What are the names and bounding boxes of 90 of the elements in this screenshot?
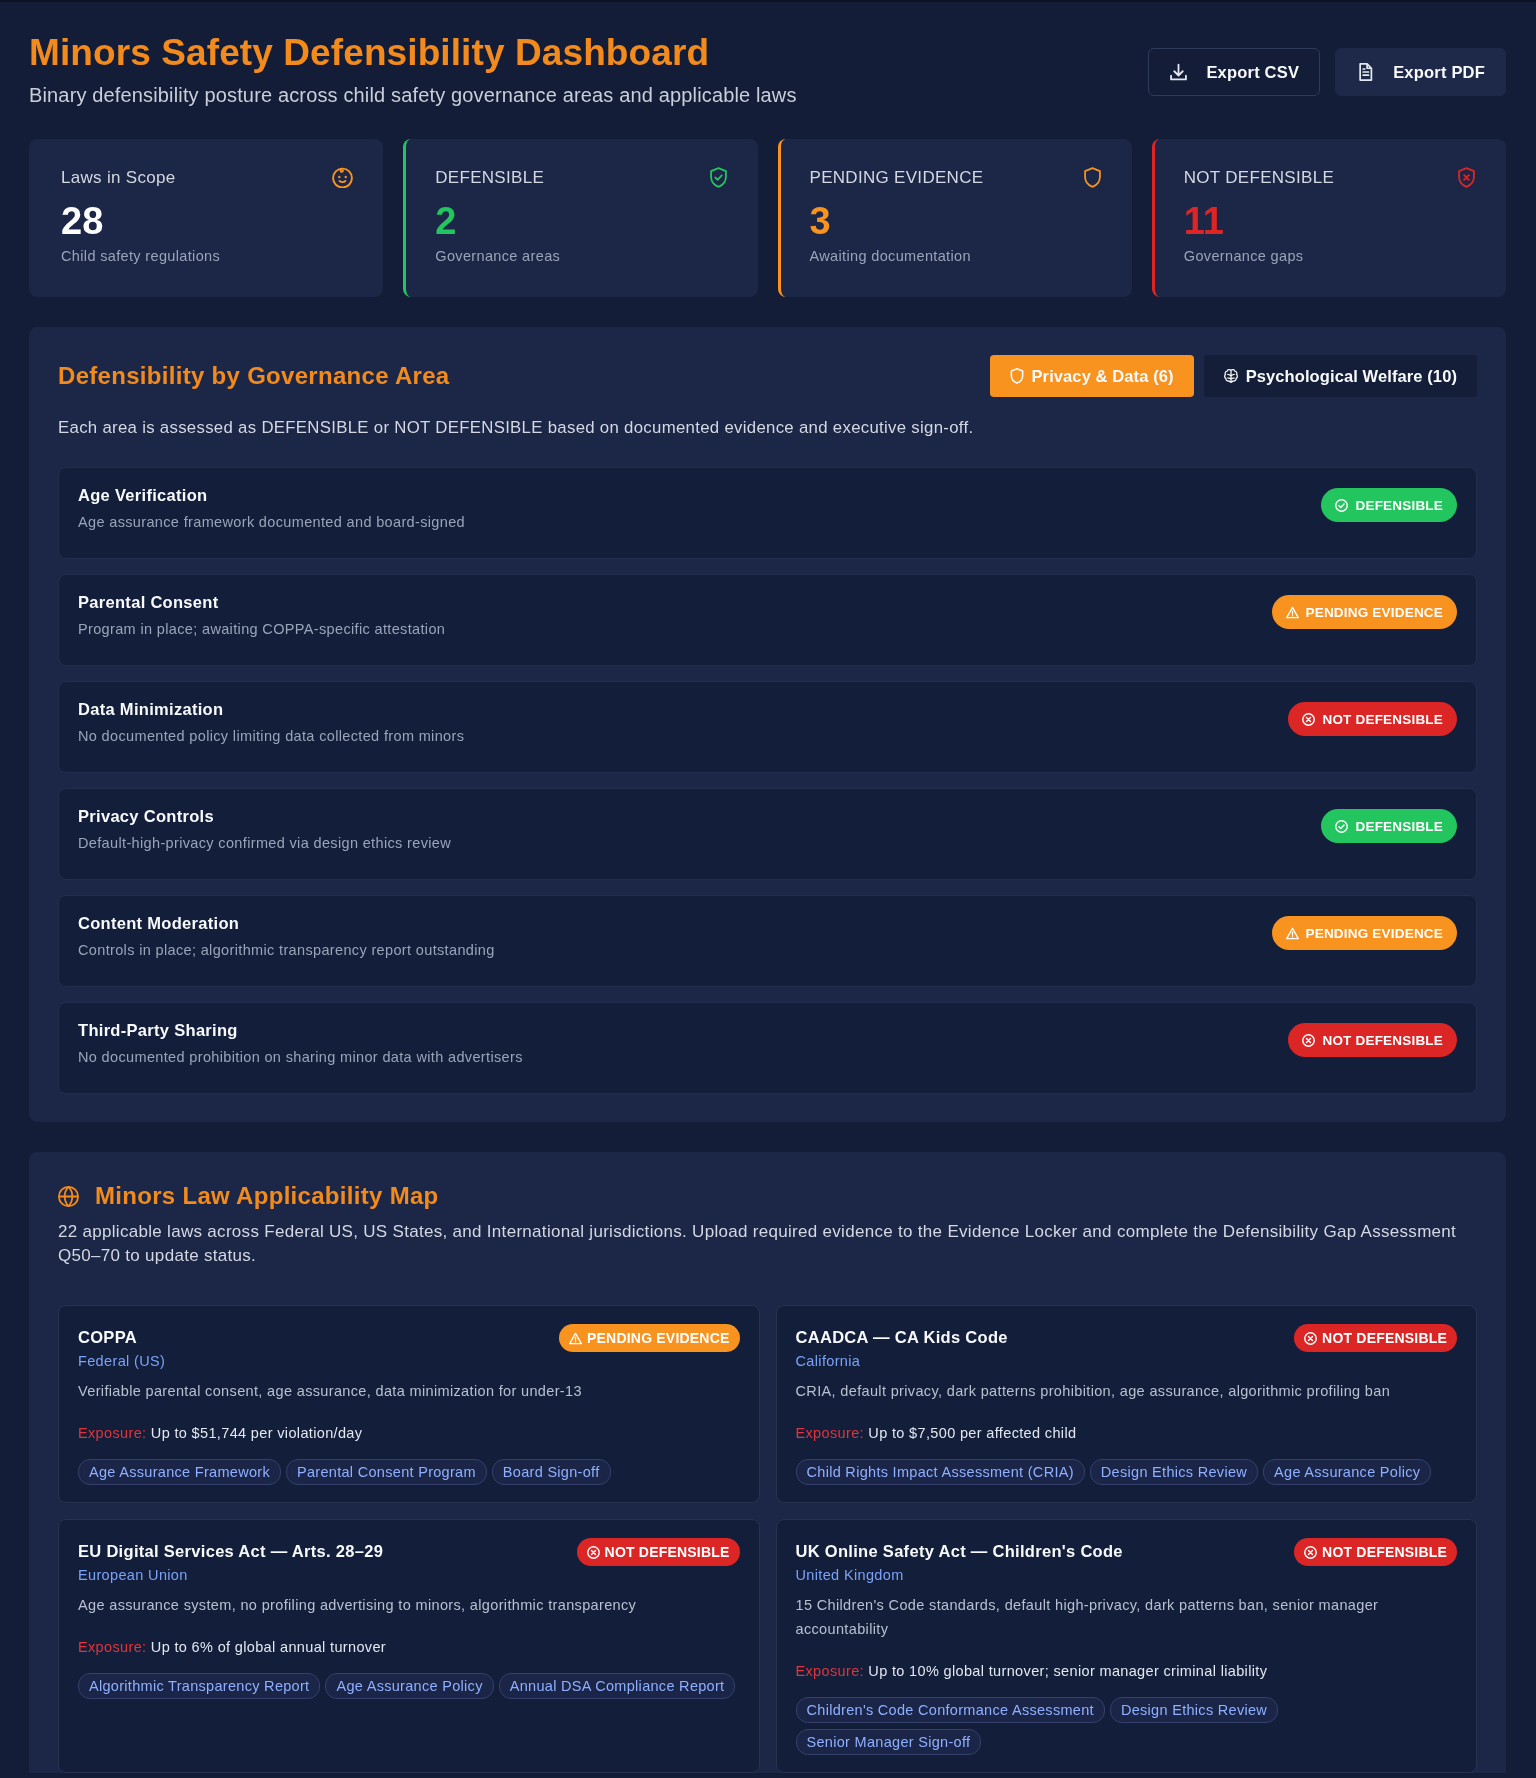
warning-triangle-icon	[1285, 926, 1299, 940]
jurisdiction-label: United Kingdom	[795, 1567, 905, 1583]
baby-face-icon	[332, 167, 354, 188]
warning-triangle-icon	[1285, 605, 1299, 619]
brain-icon	[1223, 368, 1238, 384]
jurisdiction-label: California	[795, 1353, 862, 1369]
evidence-tag: Annual DSA Compliance Report	[498, 1673, 736, 1699]
shield-icon	[1082, 167, 1102, 188]
evidence-tag: Design Ethics Review	[1089, 1459, 1259, 1485]
area-detail: Default-high-privacy confirmed via design ethics review	[78, 835, 452, 851]
jurisdiction-label: European Union	[78, 1567, 189, 1583]
document-icon	[1357, 63, 1375, 81]
stat-caption: Governance areas	[435, 248, 562, 264]
check-circle-icon	[1335, 819, 1349, 833]
evidence-tag: Age Assurance Policy	[1263, 1459, 1432, 1485]
stat-caption: Child safety regulations	[61, 248, 222, 264]
status-label: PENDING EVIDENCE	[587, 1330, 730, 1346]
area-title: Privacy Controls	[78, 807, 215, 826]
evidence-tag: Children's Code Conformance Assessment	[795, 1697, 1105, 1723]
section-title: Minors Law Applicability Map	[95, 1182, 439, 1210]
stat-label: Laws in Scope	[61, 167, 176, 188]
evidence-tag: Parental Consent Program	[286, 1459, 487, 1485]
status-label: NOT DEFENSIBLE	[604, 1544, 730, 1560]
status-label: NOT DEFENSIBLE	[1322, 711, 1443, 727]
section-description: 22 applicable laws across Federal US, US States, and International jurisdictions. Upload required evidence to the Evidence Locker and complete the Defensibility Gap Assessment Q50–70 to update status.	[58, 1221, 1458, 1267]
law-title: COPPA	[78, 1328, 138, 1347]
evidence-tag: Algorithmic Transparency Report	[78, 1673, 321, 1699]
export-button[interactable]: Export CSV	[1148, 48, 1321, 96]
jurisdiction-label: Federal (US)	[78, 1353, 166, 1369]
area-detail: Program in place; awaiting COPPA-specific attestation	[78, 621, 446, 637]
evidence-tag: Board Sign-off	[491, 1459, 611, 1485]
area-title: Parental Consent	[78, 593, 220, 612]
section-title: Defensibility by Governance Area	[58, 362, 450, 390]
area-title: Data Minimization	[78, 700, 225, 719]
shield-icon	[1009, 368, 1024, 384]
law-title: CAADCA — CA Kids Code	[795, 1328, 1008, 1347]
stat-label: NOT DEFENSIBLE	[1183, 167, 1335, 188]
x-circle-icon	[1302, 712, 1316, 726]
exposure-text: Exposure: Up to $7,500 per affected child	[795, 1425, 1078, 1441]
section-description: Each area is assessed as DEFENSIBLE or NOT DEFENSIBLE based on documented evidence and executive sign-off.	[58, 417, 975, 439]
check-circle-icon	[1335, 498, 1349, 512]
status-label: PENDING EVIDENCE	[1305, 604, 1443, 620]
law-title: UK Online Safety Act — Children's Code	[795, 1542, 1123, 1561]
stat-value: 11	[1183, 199, 1225, 244]
status-label: NOT DEFENSIBLE	[1322, 1032, 1443, 1048]
area-detail: Controls in place; algorithmic transparency report outstanding	[78, 942, 495, 958]
status-label: DEFENSIBLE	[1355, 818, 1443, 834]
globe-icon	[58, 1185, 79, 1207]
stat-value: 3	[809, 199, 832, 244]
evidence-tag: Design Ethics Review	[1109, 1697, 1279, 1723]
export-button[interactable]: Export PDF	[1335, 48, 1506, 96]
download-icon	[1170, 63, 1188, 81]
stat-caption: Governance gaps	[1183, 248, 1305, 264]
dashboard-subtitle: Binary defensibility posture across child safety governance areas and applicable laws	[29, 83, 797, 107]
evidence-tag: Senior Manager Sign-off	[795, 1729, 982, 1755]
x-circle-icon	[1302, 1033, 1316, 1047]
evidence-tag: Child Rights Impact Assessment (CRIA)	[795, 1459, 1085, 1485]
x-circle-icon	[1304, 1331, 1318, 1345]
warning-triangle-icon	[569, 1331, 583, 1345]
x-circle-icon	[586, 1545, 600, 1559]
shield-check-icon	[708, 167, 728, 188]
evidence-tag: Age Assurance Framework	[78, 1459, 281, 1485]
law-summary: 15 Children's Code standards, default high-privacy, dark patterns ban, senior manager accountability	[795, 1596, 1380, 1639]
exposure-text: Exposure: Up to $51,744 per violation/day	[78, 1425, 364, 1441]
dashboard-title: Minors Safety Defensibility Dashboard	[29, 31, 711, 75]
area-detail: No documented prohibition on sharing minor data with advertisers	[78, 1049, 523, 1065]
exposure-text: Exposure: Up to 10% global turnover; senior manager criminal liability	[795, 1663, 1269, 1679]
stat-value: 28	[61, 199, 105, 244]
evidence-tag: Age Assurance Policy	[325, 1673, 494, 1699]
area-detail: No documented policy limiting data collected from minors	[78, 728, 465, 744]
area-detail: Age assurance framework documented and board-signed	[78, 514, 465, 530]
shield-x-icon	[1457, 167, 1476, 188]
x-circle-icon	[1304, 1545, 1318, 1559]
law-summary: Verifiable parental consent, age assurance, data minimization for under-13	[78, 1382, 583, 1401]
stat-caption: Awaiting documentation	[809, 248, 972, 264]
area-title: Content Moderation	[78, 914, 241, 933]
law-summary: Age assurance system, no profiling advertising to minors, algorithmic transparency	[78, 1596, 638, 1615]
law-summary: CRIA, default privacy, dark patterns prohibition, age assurance, algorithmic profiling ban	[795, 1382, 1392, 1401]
law-title: EU Digital Services Act — Arts. 28–29	[78, 1542, 384, 1561]
status-label: NOT DEFENSIBLE	[1322, 1330, 1447, 1346]
area-title: Age Verification	[78, 486, 209, 505]
status-label: DEFENSIBLE	[1355, 497, 1443, 513]
status-label: PENDING EVIDENCE	[1305, 925, 1443, 941]
category-tab[interactable]: Psychological Welfare (10)	[1203, 355, 1477, 397]
stat-value: 2	[435, 199, 458, 244]
area-title: Third-Party Sharing	[78, 1021, 239, 1040]
stat-label: DEFENSIBLE	[435, 167, 545, 188]
status-label: NOT DEFENSIBLE	[1322, 1544, 1447, 1560]
exposure-text: Exposure: Up to 6% of global annual turnover	[78, 1639, 387, 1655]
stat-label: PENDING EVIDENCE	[809, 167, 984, 188]
